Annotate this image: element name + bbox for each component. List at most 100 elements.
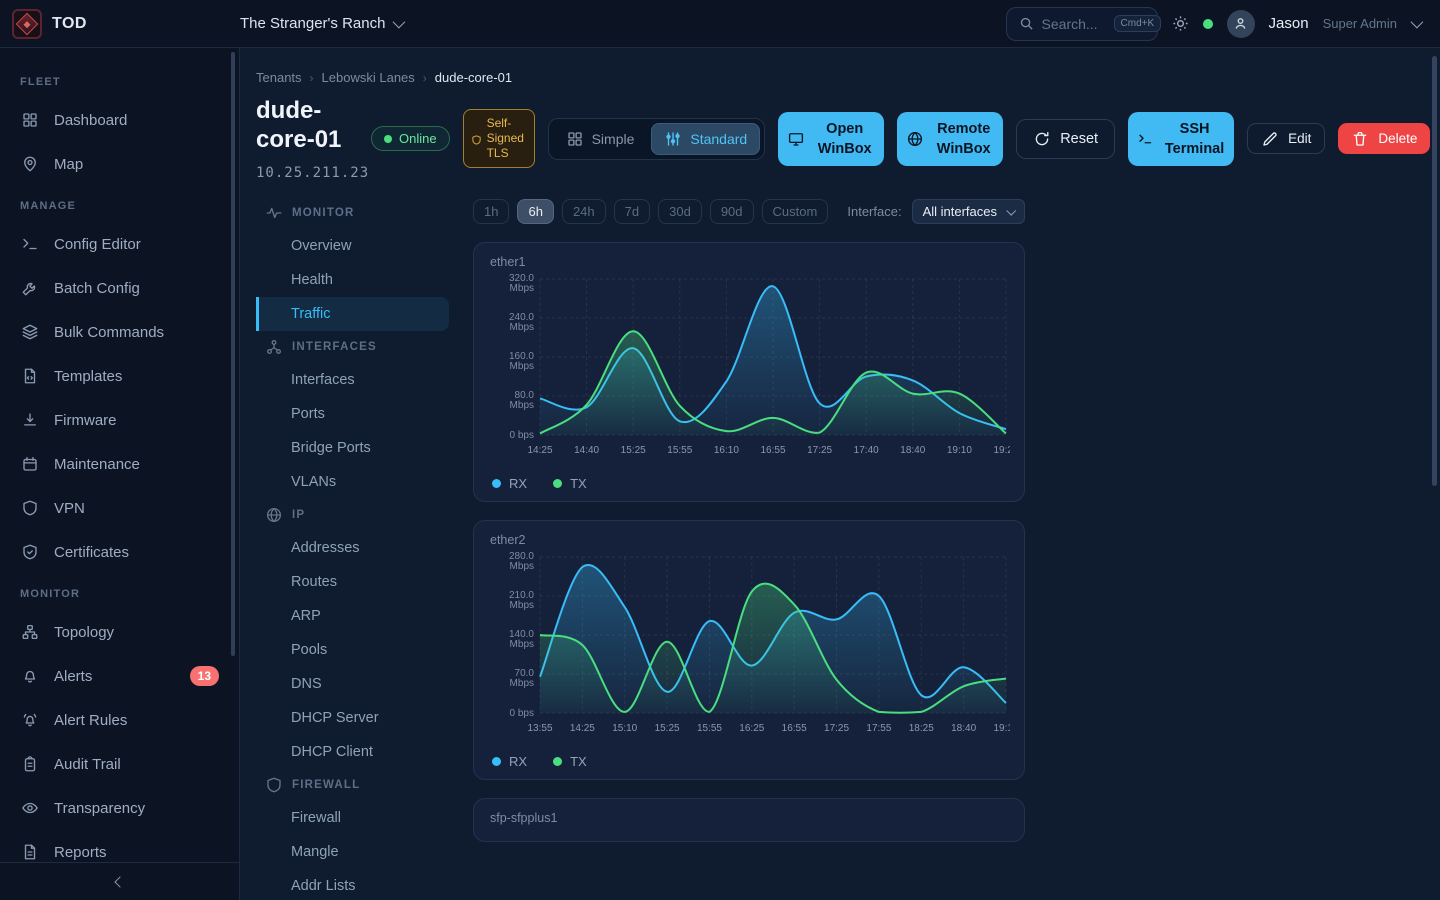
device-nav-item-addr-lists[interactable]: Addr Lists xyxy=(256,869,449,900)
svg-text:17:25: 17:25 xyxy=(807,445,832,456)
sidebar-item-alerts[interactable]: Alerts13 xyxy=(8,654,229,698)
view-mode-simple[interactable]: Simple xyxy=(553,123,648,155)
remote-winbox-button[interactable]: Remote WinBox xyxy=(897,112,1003,166)
legend-dot-icon xyxy=(553,479,562,488)
edit-button[interactable]: Edit xyxy=(1247,123,1325,154)
search-input[interactable] xyxy=(1042,16,1106,32)
traffic-toolbar: 1h 6h 24h 7d 30d 90d Custom Interface: All int… xyxy=(473,199,1025,224)
device-header: dude-core-01 10.25.211.23 Online Self-Si… xyxy=(256,97,1440,181)
button-label: Edit xyxy=(1288,131,1311,146)
sidebar-item-map[interactable]: Map xyxy=(8,142,229,186)
device-nav-item-interfaces[interactable]: Interfaces xyxy=(256,363,449,397)
device-nav-item-routes[interactable]: Routes xyxy=(256,565,449,599)
chevron-down-icon xyxy=(1006,205,1016,215)
svg-text:19:10: 19:10 xyxy=(993,723,1010,734)
reset-button[interactable]: Reset xyxy=(1016,119,1115,159)
online-dot-icon xyxy=(384,135,392,143)
sidebar-item-bulk-commands[interactable]: Bulk Commands xyxy=(8,310,229,354)
sidebar-section-label: FLEET xyxy=(8,62,229,98)
svg-text:16:55: 16:55 xyxy=(760,445,785,456)
device-nav-item-label: Bridge Ports xyxy=(291,440,371,456)
svg-text:Mbps: Mbps xyxy=(510,600,534,611)
interface-select-value: All interfaces xyxy=(923,204,997,219)
view-mode-toggle: Simple Standard xyxy=(548,118,766,160)
sidebar-item-label: Maintenance xyxy=(54,456,140,473)
tenant-switcher[interactable]: The Stranger's Ranch xyxy=(240,15,402,32)
clipboard-icon xyxy=(20,755,40,773)
sidebar-item-certificates[interactable]: Certificates xyxy=(8,530,229,574)
device-nav-item-dhcp-server[interactable]: DHCP Server xyxy=(256,701,449,735)
svg-text:15:55: 15:55 xyxy=(697,723,722,734)
theme-toggle-sun-icon[interactable] xyxy=(1172,15,1189,32)
user-menu-chevron-icon[interactable] xyxy=(1411,16,1424,29)
sidebar-item-alert-rules[interactable]: Alert Rules xyxy=(8,698,229,742)
ssh-terminal-button[interactable]: SSH Terminal xyxy=(1128,112,1234,166)
legend-dot-icon xyxy=(553,757,562,766)
device-nav-section-label: FIREWALL xyxy=(292,779,360,791)
status-badge: Online xyxy=(371,126,450,151)
user-name: Jason xyxy=(1269,15,1309,32)
open-winbox-button[interactable]: Open WinBox xyxy=(778,112,884,166)
device-nav-item-mangle[interactable]: Mangle xyxy=(256,835,449,869)
sidebar-section-label: MANAGE xyxy=(8,186,229,222)
device-nav-item-dns[interactable]: DNS xyxy=(256,667,449,701)
sidebar-item-vpn[interactable]: VPN xyxy=(8,486,229,530)
range-button-30d[interactable]: 30d xyxy=(658,199,702,224)
device-nav-item-pools[interactable]: Pools xyxy=(256,633,449,667)
breadcrumb-tenant[interactable]: Lebowski Lanes xyxy=(322,70,415,85)
charts-list: ether1 320.0 Mbps240.0 Mbps160.0 Mbps80.… xyxy=(473,242,1025,842)
device-nav-item-label: Addr Lists xyxy=(291,878,355,894)
chevron-down-icon xyxy=(393,16,406,29)
device-nav-item-overview[interactable]: Overview xyxy=(256,229,449,263)
sidebar-section-label: MONITOR xyxy=(8,574,229,610)
device-nav-item-arp[interactable]: ARP xyxy=(256,599,449,633)
device-nav-item-ports[interactable]: Ports xyxy=(256,397,449,431)
sidebar-collapse-button[interactable] xyxy=(0,862,239,900)
delete-button[interactable]: Delete xyxy=(1338,123,1430,154)
sidebar-item-batch-config[interactable]: Batch Config xyxy=(8,266,229,310)
device-nav-item-firewall[interactable]: Firewall xyxy=(256,801,449,835)
sidebar-item-audit-trail[interactable]: Audit Trail xyxy=(8,742,229,786)
avatar[interactable] xyxy=(1227,10,1255,38)
sidebar-item-transparency[interactable]: Transparency xyxy=(8,786,229,830)
device-nav-item-vlans[interactable]: VLANs xyxy=(256,465,449,499)
range-button-1h[interactable]: 1h xyxy=(473,199,509,224)
device-nav-section-label: IP xyxy=(292,509,305,521)
interface-label: Interface: xyxy=(847,204,901,219)
breadcrumb-tenants[interactable]: Tenants xyxy=(256,70,302,85)
topbar: TOD The Stranger's Ranch Cmd+K Jason Sup… xyxy=(0,0,1440,48)
svg-text:Mbps: Mbps xyxy=(510,400,534,411)
device-nav-item-label: DHCP Client xyxy=(291,744,373,760)
device-nav-item-health[interactable]: Health xyxy=(256,263,449,297)
sidebar-item-templates[interactable]: Templates xyxy=(8,354,229,398)
view-mode-label: Standard xyxy=(690,131,747,147)
sidebar-item-reports[interactable]: Reports xyxy=(8,830,229,862)
sidebar-item-config-editor[interactable]: Config Editor xyxy=(8,222,229,266)
network-icon xyxy=(265,338,283,356)
device-nav-item-label: VLANs xyxy=(291,474,336,490)
device-nav-item-bridge-ports[interactable]: Bridge Ports xyxy=(256,431,449,465)
svg-text:19:10: 19:10 xyxy=(947,445,972,456)
sidebar-item-topology[interactable]: Topology xyxy=(8,610,229,654)
svg-text:15:55: 15:55 xyxy=(667,445,692,456)
device-nav-item-addresses[interactable]: Addresses xyxy=(256,531,449,565)
view-mode-standard[interactable]: Standard xyxy=(651,123,760,155)
search-box[interactable]: Cmd+K xyxy=(1006,7,1158,41)
range-button-90d[interactable]: 90d xyxy=(710,199,754,224)
svg-text:Mbps: Mbps xyxy=(510,322,534,333)
sidebar-item-firmware[interactable]: Firmware xyxy=(8,398,229,442)
interface-select[interactable]: All interfaces xyxy=(912,199,1025,224)
view-mode-label: Simple xyxy=(592,131,635,147)
device-nav-item-label: DNS xyxy=(291,676,322,692)
sidebar-item-maintenance[interactable]: Maintenance xyxy=(8,442,229,486)
range-button-7d[interactable]: 7d xyxy=(614,199,650,224)
device-nav-item-label: Routes xyxy=(291,574,337,590)
sidebar-item-dashboard[interactable]: Dashboard xyxy=(8,98,229,142)
range-button-24h[interactable]: 24h xyxy=(562,199,606,224)
device-nav-item-traffic[interactable]: Traffic xyxy=(256,297,449,331)
range-button-6h[interactable]: 6h xyxy=(517,199,553,224)
device-nav-item-label: Pools xyxy=(291,642,327,658)
sidebar-scrollbar[interactable] xyxy=(231,52,235,656)
device-nav-item-dhcp-client[interactable]: DHCP Client xyxy=(256,735,449,769)
range-button-custom[interactable]: Custom xyxy=(762,199,829,224)
